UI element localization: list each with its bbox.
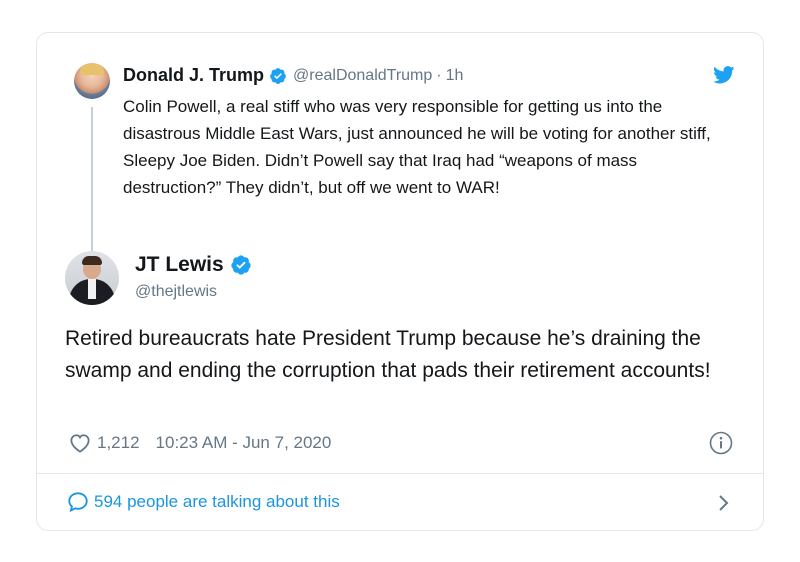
- author-handle[interactable]: @thejtlewis: [135, 283, 217, 301]
- info-icon[interactable]: [709, 431, 733, 455]
- heart-icon[interactable]: [69, 433, 91, 453]
- tweet-text: Retired bureaucrats hate President Trump…: [65, 327, 711, 382]
- separator-dot: ·: [436, 66, 442, 84]
- quoted-tweet-header: Donald J. Trump @realDonaldTrump · 1h: [123, 65, 463, 86]
- thread-connector-line: [91, 107, 93, 252]
- chevron-right-icon[interactable]: [717, 493, 731, 513]
- twitter-bird-icon[interactable]: [713, 66, 735, 84]
- verified-badge-icon: [231, 255, 251, 275]
- talking-about-label[interactable]: 594 people are talking about this: [94, 492, 340, 512]
- quoted-tweet-time[interactable]: 1h: [446, 67, 464, 85]
- like-count[interactable]: 1,212: [97, 433, 140, 453]
- embedded-tweet-card: Donald J. Trump @realDonaldTrump · 1h Co…: [36, 32, 764, 531]
- tweet-meta: 1,212 10:23 AM - Jun 7, 2020: [69, 433, 331, 453]
- author-name-row: JT Lewis: [135, 253, 252, 277]
- tweet-timestamp[interactable]: 10:23 AM - Jun 7, 2020: [156, 433, 332, 453]
- quoted-author-handle[interactable]: @realDonaldTrump: [293, 67, 432, 85]
- quoted-author-avatar[interactable]: [74, 63, 110, 99]
- conversation-link[interactable]: 594 people are talking about this: [67, 491, 340, 513]
- quoted-author-name[interactable]: Donald J. Trump: [123, 65, 264, 86]
- reply-bubble-icon: [68, 492, 88, 513]
- footer-divider: [37, 473, 763, 474]
- author-name[interactable]: JT Lewis: [135, 253, 224, 277]
- verified-badge-icon: [270, 67, 286, 84]
- quoted-tweet-text: Colin Powell, a real stiff who was very …: [123, 97, 711, 197]
- author-avatar[interactable]: [65, 251, 119, 305]
